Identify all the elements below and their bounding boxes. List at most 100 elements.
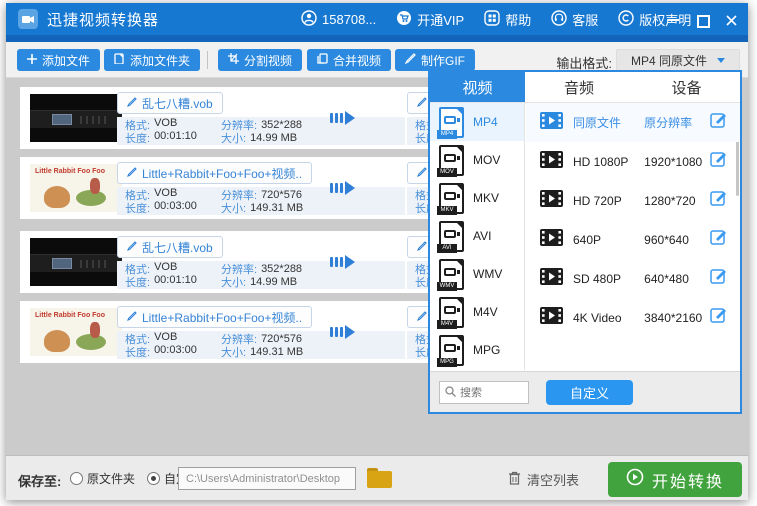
pencil-icon — [127, 240, 137, 254]
format-item-partial[interactable] — [430, 369, 524, 370]
format-panel-tabs: 视频 音频 设备 — [430, 72, 740, 103]
format-panel: 视频 音频 设备 MP4 MP4 MOV MOV MKV MKV AVI AVI… — [428, 70, 742, 414]
resolution-item-720p[interactable]: HD 720P 1280*720 — [526, 181, 740, 220]
edit-resolution-icon[interactable] — [710, 228, 728, 251]
film-icon — [540, 112, 563, 134]
format-item-mkv[interactable]: MKV MKV — [430, 179, 524, 217]
filename-edit-button[interactable]: 乱七八糟.vob — [117, 92, 223, 114]
format-item-avi[interactable]: AVI AVI — [430, 217, 524, 255]
copyright-icon — [618, 10, 634, 29]
custom-format-button[interactable]: 自定义 — [546, 380, 633, 405]
radio-circle-icon — [147, 472, 160, 485]
service-label: 客服 — [572, 10, 598, 29]
vip-label: 开通VIP — [417, 10, 464, 29]
footer-bar: 保存至: 原文件夹 自定义 清空列表 开始转换 — [6, 455, 748, 500]
m4v-file-icon: M4V — [439, 297, 464, 328]
save-path-input[interactable] — [178, 467, 356, 490]
search-input[interactable] — [460, 387, 518, 399]
help-label: 帮助 — [505, 10, 531, 29]
maximize-button[interactable] — [696, 13, 709, 26]
mpg-file-icon: MPG — [439, 335, 464, 366]
film-icon — [540, 229, 563, 251]
edit-resolution-icon[interactable] — [710, 306, 728, 329]
convert-arrow-icon — [330, 181, 355, 195]
titlebar: 迅捷视频转换器 158708... 开通VIP 帮助 客服 版权声明 — [6, 3, 748, 35]
merge-icon — [317, 53, 328, 67]
resolution-item-original[interactable]: 同原文件 原分辨率 — [526, 103, 740, 142]
start-convert-button[interactable]: 开始转换 — [608, 462, 742, 497]
tab-audio[interactable]: 音频 — [525, 72, 633, 102]
pencil-icon — [127, 310, 137, 324]
add-file-button[interactable]: 添加文件 — [17, 49, 100, 71]
mkv-file-icon: MKV — [439, 183, 464, 214]
format-list: MP4 MP4 MOV MOV MKV MKV AVI AVI WMV WMV … — [430, 103, 525, 370]
pencil-icon — [417, 310, 427, 324]
resolution-item-640p[interactable]: 640P 960*640 — [526, 220, 740, 259]
film-icon — [540, 190, 563, 212]
format-item-mp4[interactable]: MP4 MP4 — [430, 103, 524, 141]
edit-resolution-icon[interactable] — [710, 267, 728, 290]
avi-file-icon: AVI — [439, 221, 464, 252]
convert-arrow-icon — [330, 255, 355, 269]
minimize-button[interactable] — [667, 13, 680, 26]
video-thumbnail — [30, 238, 122, 286]
edit-resolution-icon[interactable] — [710, 189, 728, 212]
service-button[interactable]: 客服 — [551, 10, 598, 29]
split-video-button[interactable]: 分割视频 — [218, 49, 302, 71]
filename-edit-button[interactable]: Little+Rabbit+Foo+Foo+视频.. — [117, 306, 312, 328]
trash-icon — [508, 471, 521, 488]
wmv-file-icon: WMV — [439, 259, 464, 290]
format-item-wmv[interactable]: WMV WMV — [430, 255, 524, 293]
folder-plus-icon — [114, 53, 125, 67]
format-item-mov[interactable]: MOV MOV — [430, 141, 524, 179]
radio-circle-icon — [70, 472, 83, 485]
app-title: 迅捷视频转换器 — [47, 9, 159, 30]
filename-edit-button[interactable]: 乱七八糟.vob — [117, 236, 223, 258]
play-icon — [626, 468, 644, 491]
user-account[interactable]: 158708... — [301, 10, 376, 29]
add-folder-button[interactable]: 添加文件夹 — [104, 49, 200, 71]
format-search[interactable] — [439, 381, 529, 404]
film-icon — [540, 151, 563, 173]
app-window: 迅捷视频转换器 158708... 开通VIP 帮助 客服 版权声明 — [6, 3, 748, 500]
chevron-down-icon — [717, 58, 725, 63]
edit-resolution-icon[interactable] — [710, 111, 728, 134]
vip-button[interactable]: 开通VIP — [396, 10, 464, 29]
file-info: 格式:VOB分辨率:352*288 长度:00:01:10大小:14.99 MB — [117, 117, 405, 145]
make-gif-button[interactable]: 制作GIF — [395, 49, 475, 71]
browse-folder-button[interactable] — [367, 468, 392, 488]
resolution-item-480p[interactable]: SD 480P 640*480 — [526, 259, 740, 298]
film-icon — [540, 268, 563, 290]
tab-video[interactable]: 视频 — [430, 72, 525, 102]
file-info: 格式:VOB分辨率:720*576 长度:00:03:00大小:149.31 M… — [117, 331, 405, 359]
convert-arrow-icon — [330, 111, 355, 125]
format-item-mpg[interactable]: MPG MPG — [430, 331, 524, 369]
filename-edit-button[interactable]: Little+Rabbit+Foo+Foo+视频.. — [117, 162, 312, 184]
resolution-item-4k[interactable]: 4K Video 3840*2160 — [526, 298, 740, 337]
video-thumbnail — [30, 94, 122, 142]
close-button[interactable] — [725, 13, 738, 26]
clear-list-button[interactable]: 清空列表 — [508, 470, 579, 489]
pencil-icon — [127, 166, 137, 180]
help-button[interactable]: 帮助 — [484, 10, 531, 29]
pencil-icon — [127, 96, 137, 110]
video-thumbnail: Little Rabbit Foo Foo — [30, 308, 122, 356]
radio-original-folder[interactable]: 原文件夹 — [70, 470, 135, 487]
search-icon — [445, 384, 456, 402]
tab-device[interactable]: 设备 — [633, 72, 740, 102]
user-id: 158708... — [322, 12, 376, 27]
pencil-icon — [417, 96, 427, 110]
crop-icon — [228, 53, 239, 67]
app-logo-icon — [18, 9, 38, 29]
output-format-select[interactable]: MP4 同原文件 — [616, 49, 740, 72]
save-to-label: 保存至: — [18, 471, 61, 490]
file-info: 格式:VOB分辨率:352*288 长度:00:01:10大小:14.99 MB — [117, 261, 405, 289]
video-thumbnail: Little Rabbit Foo Foo — [30, 164, 122, 212]
merge-video-button[interactable]: 合并视频 — [307, 49, 391, 71]
format-item-m4v[interactable]: M4V M4V — [430, 293, 524, 331]
edit-resolution-icon[interactable] — [710, 150, 728, 173]
file-info: 格式:VOB分辨率:720*576 长度:00:03:00大小:149.31 M… — [117, 187, 405, 215]
format-panel-footer: 自定义 — [430, 371, 740, 412]
user-icon — [301, 10, 317, 29]
resolution-item-1080p[interactable]: HD 1080P 1920*1080 — [526, 142, 740, 181]
